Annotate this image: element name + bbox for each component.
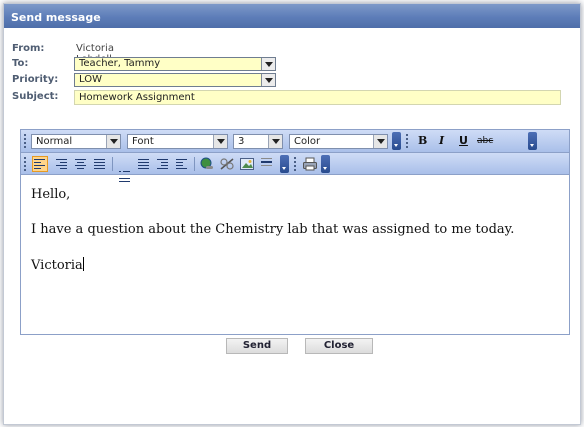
indent-icon[interactable] xyxy=(174,156,190,172)
toolbar-overflow-icon[interactable] xyxy=(528,132,537,150)
chevron-down-icon[interactable] xyxy=(106,135,120,148)
bold-button[interactable]: B xyxy=(418,134,427,147)
toolbar-divider xyxy=(194,157,195,171)
chevron-down-icon[interactable] xyxy=(213,135,227,148)
message-greeting: Hello, xyxy=(31,187,71,202)
align-right-icon[interactable] xyxy=(54,156,70,172)
outdent-icon[interactable] xyxy=(155,156,171,172)
style-select-value: Normal xyxy=(36,136,73,147)
format-toolbar: Normal Font 3 Color B I U abc xyxy=(21,130,569,153)
font-select[interactable]: Font xyxy=(127,134,228,149)
dialog-title: Send message xyxy=(4,4,580,28)
justify-icon[interactable] xyxy=(92,156,108,172)
text-caret xyxy=(82,257,84,271)
priority-select[interactable]: LOW xyxy=(74,73,276,87)
horizontal-rule-icon[interactable] xyxy=(259,156,275,172)
style-select[interactable]: Normal xyxy=(31,134,121,149)
ordered-list-icon[interactable] xyxy=(117,156,133,182)
font-select-value: Font xyxy=(132,136,154,147)
send-message-dialog: Send message From: Victoria Lobdell To: … xyxy=(3,3,581,425)
priority-select-value: LOW xyxy=(79,74,102,85)
chevron-down-icon[interactable] xyxy=(268,135,282,148)
message-body[interactable]: Hello, I have a question about the Chemi… xyxy=(21,176,569,334)
toolbar-grip-icon[interactable] xyxy=(24,134,27,148)
send-button[interactable]: Send xyxy=(226,338,288,354)
italic-button[interactable]: I xyxy=(439,134,444,147)
to-select-value: Teacher, Tammy xyxy=(79,58,161,69)
chevron-down-icon[interactable] xyxy=(261,74,275,86)
from-label: From: xyxy=(12,43,45,54)
toolbar-divider xyxy=(112,157,113,171)
unordered-list-icon[interactable] xyxy=(136,156,152,172)
size-select-value: 3 xyxy=(238,136,245,147)
color-select[interactable]: Color xyxy=(289,134,388,149)
size-select[interactable]: 3 xyxy=(233,134,283,149)
remove-link-icon[interactable] xyxy=(219,156,235,172)
color-select-value: Color xyxy=(294,136,321,147)
priority-label: Priority: xyxy=(12,74,59,85)
to-select[interactable]: Teacher, Tammy xyxy=(74,57,276,71)
toolbar-overflow-icon[interactable] xyxy=(280,155,289,173)
toolbar-grip-icon[interactable] xyxy=(406,134,409,148)
chevron-down-icon[interactable] xyxy=(261,58,275,70)
toolbar-grip-icon[interactable] xyxy=(24,157,27,171)
message-editor: Normal Font 3 Color B I U abc Hello, I h… xyxy=(20,129,570,335)
toolbar-grip-icon[interactable] xyxy=(294,157,297,171)
message-signature-text: Victoria xyxy=(31,258,83,273)
insert-link-icon[interactable] xyxy=(199,156,215,172)
align-center-icon[interactable] xyxy=(73,156,89,172)
print-icon[interactable] xyxy=(302,156,318,172)
subject-input[interactable]: Homework Assignment xyxy=(74,90,561,105)
underline-button[interactable]: U xyxy=(459,134,468,147)
subject-label: Subject: xyxy=(12,91,59,102)
chevron-down-icon[interactable] xyxy=(373,135,387,148)
paragraph-toolbar xyxy=(21,153,569,182)
strikethrough-button[interactable]: abc xyxy=(477,136,493,146)
message-signature: Victoria xyxy=(31,257,569,274)
align-left-icon[interactable] xyxy=(32,156,48,172)
insert-image-icon[interactable] xyxy=(239,156,255,172)
toolbar-overflow-icon[interactable] xyxy=(321,155,330,173)
toolbar-overflow-icon[interactable] xyxy=(392,132,401,150)
message-text: I have a question about the Chemistry la… xyxy=(31,222,515,237)
close-button[interactable]: Close xyxy=(305,338,373,354)
to-label: To: xyxy=(12,58,29,69)
